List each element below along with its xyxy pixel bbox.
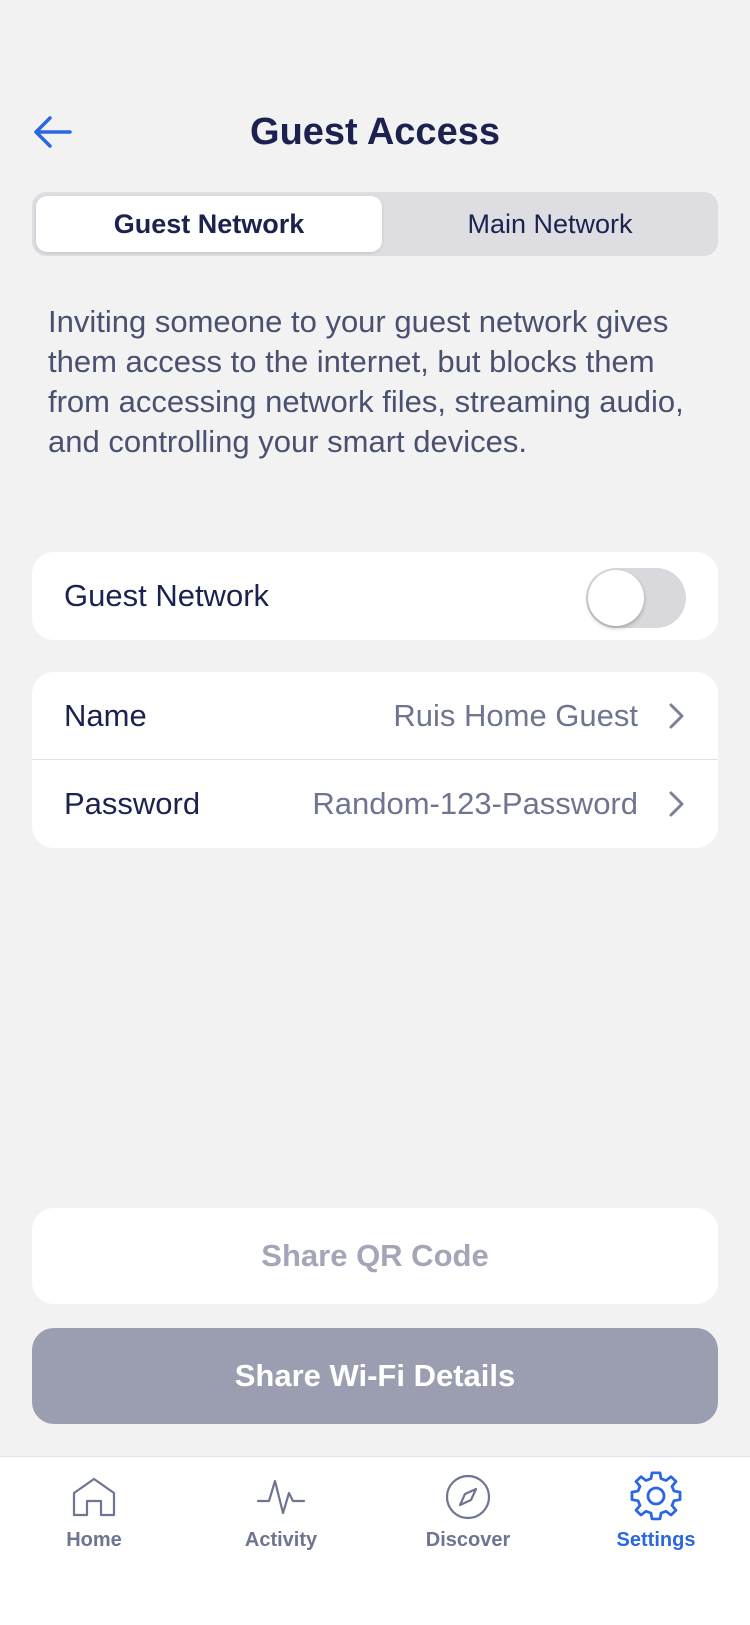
network-name-row[interactable]: Name Ruis Home Guest [32,672,718,760]
guest-network-toggle-card: Guest Network [32,552,718,640]
tab-activity[interactable]: Activity [206,1471,356,1571]
tab-discover-label: Discover [425,1529,511,1551]
share-wifi-details-button[interactable]: Share Wi-Fi Details [32,1328,718,1424]
tab-settings[interactable]: Settings [581,1471,731,1571]
network-segmented-control: Guest Network Main Network [32,192,718,256]
tab-home[interactable]: Home [19,1471,169,1571]
tab-main-network[interactable]: Main Network [386,196,714,252]
tab-activity-label: Activity [244,1529,318,1551]
bottom-tab-bar: Home Activity Discover Settings [0,1456,750,1625]
chevron-right-icon [669,703,684,729]
gear-icon [630,1471,682,1521]
network-password-label: Password [64,786,201,821]
tab-discover[interactable]: Discover [393,1471,543,1571]
network-name-value: Ruis Home Guest [393,698,638,733]
guest-network-toggle-label: Guest Network [64,578,270,613]
network-password-value: Random-123-Password [312,786,638,821]
activity-icon [256,1479,306,1515]
tab-home-label: Home [66,1529,122,1551]
network-name-label: Name [64,698,147,733]
tab-guest-network[interactable]: Guest Network [36,196,382,252]
page-title: Guest Access [250,111,500,153]
guest-network-description: Inviting someone to your guest network g… [48,304,684,459]
guest-network-toggle[interactable] [586,568,686,628]
tab-settings-label: Settings [616,1529,696,1551]
home-icon [72,1477,116,1517]
chevron-right-icon [669,791,684,817]
compass-icon [445,1474,491,1520]
network-password-row[interactable]: Password Random-123-Password [32,760,718,848]
network-details-card: Name Ruis Home Guest Password Random-123… [32,672,718,848]
share-qr-code-button[interactable]: Share QR Code [32,1208,718,1304]
toggle-knob [588,570,644,626]
